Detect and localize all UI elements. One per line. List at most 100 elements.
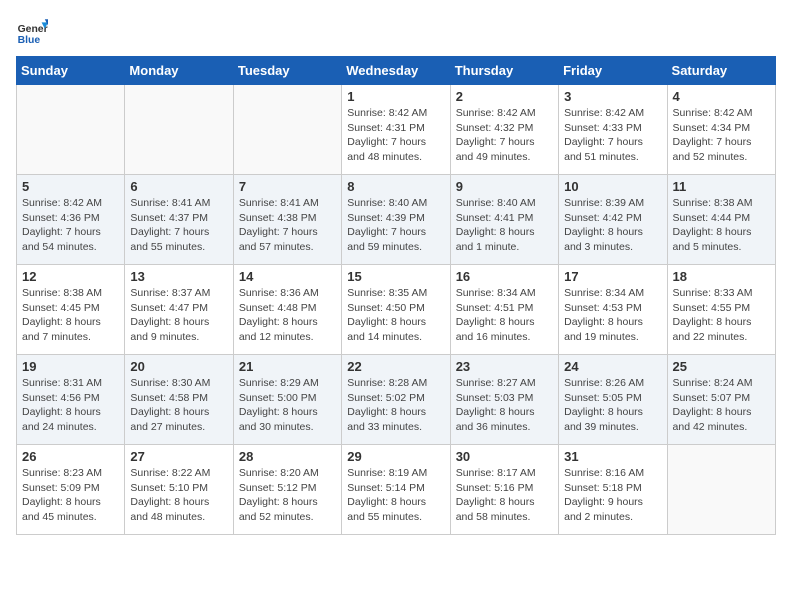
day-number: 10: [564, 179, 661, 194]
day-info: Sunrise: 8:22 AM Sunset: 5:10 PM Dayligh…: [130, 466, 227, 525]
day-info: Sunrise: 8:28 AM Sunset: 5:02 PM Dayligh…: [347, 376, 444, 435]
calendar-cell: 28 Sunrise: 8:20 AM Sunset: 5:12 PM Dayli…: [233, 445, 341, 535]
day-number: 11: [673, 179, 770, 194]
calendar-cell: [233, 85, 341, 175]
day-number: 29: [347, 449, 444, 464]
week-row-1: 1 Sunrise: 8:42 AM Sunset: 4:31 PM Daylig…: [17, 85, 776, 175]
day-info: Sunrise: 8:40 AM Sunset: 4:41 PM Dayligh…: [456, 196, 553, 255]
calendar-cell: [17, 85, 125, 175]
day-info: Sunrise: 8:41 AM Sunset: 4:37 PM Dayligh…: [130, 196, 227, 255]
calendar-cell: 9 Sunrise: 8:40 AM Sunset: 4:41 PM Daylig…: [450, 175, 558, 265]
day-info: Sunrise: 8:27 AM Sunset: 5:03 PM Dayligh…: [456, 376, 553, 435]
day-info: Sunrise: 8:30 AM Sunset: 4:58 PM Dayligh…: [130, 376, 227, 435]
calendar-cell: 25 Sunrise: 8:24 AM Sunset: 5:07 PM Dayli…: [667, 355, 775, 445]
day-number: 4: [673, 89, 770, 104]
day-info: Sunrise: 8:19 AM Sunset: 5:14 PM Dayligh…: [347, 466, 444, 525]
calendar-cell: 6 Sunrise: 8:41 AM Sunset: 4:37 PM Daylig…: [125, 175, 233, 265]
calendar-cell: 18 Sunrise: 8:33 AM Sunset: 4:55 PM Dayli…: [667, 265, 775, 355]
calendar-body: 1 Sunrise: 8:42 AM Sunset: 4:31 PM Daylig…: [17, 85, 776, 535]
day-info: Sunrise: 8:42 AM Sunset: 4:32 PM Dayligh…: [456, 106, 553, 165]
day-number: 8: [347, 179, 444, 194]
day-info: Sunrise: 8:38 AM Sunset: 4:45 PM Dayligh…: [22, 286, 119, 345]
day-info: Sunrise: 8:26 AM Sunset: 5:05 PM Dayligh…: [564, 376, 661, 435]
day-info: Sunrise: 8:37 AM Sunset: 4:47 PM Dayligh…: [130, 286, 227, 345]
day-number: 2: [456, 89, 553, 104]
week-row-3: 12 Sunrise: 8:38 AM Sunset: 4:45 PM Dayli…: [17, 265, 776, 355]
calendar-cell: 14Sunrise: 8:36 AM Sunset: 4:48 PM Dayli…: [233, 265, 341, 355]
calendar-cell: 21Sunrise: 8:29 AM Sunset: 5:00 PM Dayli…: [233, 355, 341, 445]
calendar-cell: 13 Sunrise: 8:37 AM Sunset: 4:47 PM Dayli…: [125, 265, 233, 355]
day-number: 23: [456, 359, 553, 374]
weekday-header-saturday: Saturday: [667, 57, 775, 85]
day-info: Sunrise: 8:42 AM Sunset: 4:31 PM Dayligh…: [347, 106, 444, 165]
calendar-cell: 15 Sunrise: 8:35 AM Sunset: 4:50 PM Dayli…: [342, 265, 450, 355]
day-number: 25: [673, 359, 770, 374]
weekday-header-friday: Friday: [559, 57, 667, 85]
page-header: General Blue: [16, 16, 776, 48]
week-row-4: 19 Sunrise: 8:31 AM Sunset: 4:56 PM Dayli…: [17, 355, 776, 445]
day-number: 1: [347, 89, 444, 104]
day-number: 30: [456, 449, 553, 464]
day-info: Sunrise: 8:36 AM Sunset: 4:48 PM Dayligh…: [239, 286, 336, 345]
day-number: 19: [22, 359, 119, 374]
day-number: 5: [22, 179, 119, 194]
day-info: Sunrise: 8:34 AM Sunset: 4:51 PM Dayligh…: [456, 286, 553, 345]
day-info: Sunrise: 8:31 AM Sunset: 4:56 PM Dayligh…: [22, 376, 119, 435]
calendar-cell: 7 Sunrise: 8:41 AM Sunset: 4:38 PM Daylig…: [233, 175, 341, 265]
day-number: 27: [130, 449, 227, 464]
calendar-cell: 2 Sunrise: 8:42 AM Sunset: 4:32 PM Daylig…: [450, 85, 558, 175]
day-number: 6: [130, 179, 227, 194]
calendar-cell: 11 Sunrise: 8:38 AM Sunset: 4:44 PM Dayli…: [667, 175, 775, 265]
calendar-cell: 19 Sunrise: 8:31 AM Sunset: 4:56 PM Dayli…: [17, 355, 125, 445]
weekday-header-thursday: Thursday: [450, 57, 558, 85]
day-info: Sunrise: 8:42 AM Sunset: 4:33 PM Dayligh…: [564, 106, 661, 165]
day-info: Sunrise: 8:42 AM Sunset: 4:34 PM Dayligh…: [673, 106, 770, 165]
day-info: Sunrise: 8:29 AM Sunset: 5:00 PM Dayligh…: [239, 376, 336, 435]
day-info: Sunrise: 8:41 AM Sunset: 4:38 PM Dayligh…: [239, 196, 336, 255]
day-number: 28: [239, 449, 336, 464]
calendar-cell: [667, 445, 775, 535]
calendar-cell: 5Sunrise: 8:42 AM Sunset: 4:36 PM Daylig…: [17, 175, 125, 265]
week-row-2: 5Sunrise: 8:42 AM Sunset: 4:36 PM Daylig…: [17, 175, 776, 265]
day-info: Sunrise: 8:38 AM Sunset: 4:44 PM Dayligh…: [673, 196, 770, 255]
calendar-cell: 17Sunrise: 8:34 AM Sunset: 4:53 PM Dayli…: [559, 265, 667, 355]
day-info: Sunrise: 8:40 AM Sunset: 4:39 PM Dayligh…: [347, 196, 444, 255]
calendar-cell: 31Sunrise: 8:16 AM Sunset: 5:18 PM Dayli…: [559, 445, 667, 535]
week-row-5: 26Sunrise: 8:23 AM Sunset: 5:09 PM Dayli…: [17, 445, 776, 535]
calendar-cell: 26Sunrise: 8:23 AM Sunset: 5:09 PM Dayli…: [17, 445, 125, 535]
day-number: 7: [239, 179, 336, 194]
calendar-cell: 12 Sunrise: 8:38 AM Sunset: 4:45 PM Dayli…: [17, 265, 125, 355]
day-number: 31: [564, 449, 661, 464]
day-number: 13: [130, 269, 227, 284]
weekday-header-sunday: Sunday: [17, 57, 125, 85]
day-number: 3: [564, 89, 661, 104]
day-info: Sunrise: 8:35 AM Sunset: 4:50 PM Dayligh…: [347, 286, 444, 345]
calendar-cell: 16Sunrise: 8:34 AM Sunset: 4:51 PM Dayli…: [450, 265, 558, 355]
day-info: Sunrise: 8:39 AM Sunset: 4:42 PM Dayligh…: [564, 196, 661, 255]
svg-text:Blue: Blue: [18, 35, 41, 46]
calendar-table: SundayMondayTuesdayWednesdayThursdayFrid…: [16, 56, 776, 535]
day-number: 26: [22, 449, 119, 464]
day-number: 15: [347, 269, 444, 284]
calendar-cell: 1 Sunrise: 8:42 AM Sunset: 4:31 PM Daylig…: [342, 85, 450, 175]
day-number: 18: [673, 269, 770, 284]
weekday-header-wednesday: Wednesday: [342, 57, 450, 85]
day-info: Sunrise: 8:20 AM Sunset: 5:12 PM Dayligh…: [239, 466, 336, 525]
weekday-header-monday: Monday: [125, 57, 233, 85]
calendar-cell: 23 Sunrise: 8:27 AM Sunset: 5:03 PM Dayli…: [450, 355, 558, 445]
day-info: Sunrise: 8:17 AM Sunset: 5:16 PM Dayligh…: [456, 466, 553, 525]
calendar-cell: 22Sunrise: 8:28 AM Sunset: 5:02 PM Dayli…: [342, 355, 450, 445]
calendar-cell: 10 Sunrise: 8:39 AM Sunset: 4:42 PM Dayli…: [559, 175, 667, 265]
day-number: 9: [456, 179, 553, 194]
weekday-header-row: SundayMondayTuesdayWednesdayThursdayFrid…: [17, 57, 776, 85]
calendar-cell: 20Sunrise: 8:30 AM Sunset: 4:58 PM Dayli…: [125, 355, 233, 445]
calendar-cell: [125, 85, 233, 175]
calendar-cell: 24 Sunrise: 8:26 AM Sunset: 5:05 PM Dayli…: [559, 355, 667, 445]
day-info: Sunrise: 8:24 AM Sunset: 5:07 PM Dayligh…: [673, 376, 770, 435]
weekday-header-tuesday: Tuesday: [233, 57, 341, 85]
day-info: Sunrise: 8:33 AM Sunset: 4:55 PM Dayligh…: [673, 286, 770, 345]
day-number: 12: [22, 269, 119, 284]
day-info: Sunrise: 8:34 AM Sunset: 4:53 PM Dayligh…: [564, 286, 661, 345]
calendar-cell: 3 Sunrise: 8:42 AM Sunset: 4:33 PM Daylig…: [559, 85, 667, 175]
day-number: 24: [564, 359, 661, 374]
